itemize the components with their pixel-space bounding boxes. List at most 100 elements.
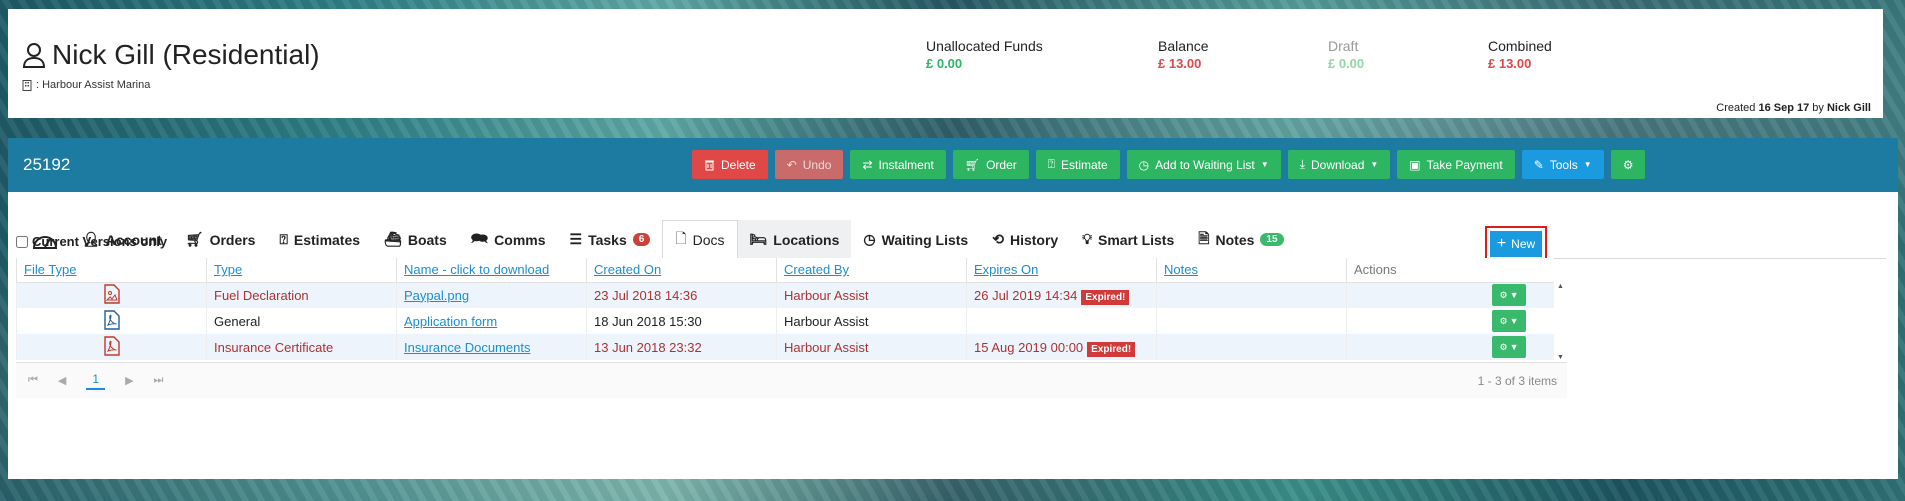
col-expires-on[interactable]: Expires On	[966, 258, 1157, 283]
bed-icon: 🛏︎	[749, 231, 768, 247]
row-actions-button[interactable]: ⚙ ▼	[1492, 284, 1526, 307]
prev-page-icon[interactable]: ◀	[58, 374, 66, 387]
tab-comms[interactable]: 🗪︎ Comms	[459, 220, 558, 259]
tab-history[interactable]: ⟲ History	[980, 220, 1070, 259]
lightbulb-icon: 💡︎	[1082, 231, 1092, 247]
download-link[interactable]: Paypal.png	[404, 288, 469, 303]
next-page-icon[interactable]: ▶	[125, 374, 133, 387]
name-cell: Paypal.png	[396, 282, 587, 308]
gear-icon: ⚙	[1499, 341, 1508, 352]
docs-table: File Type Type Name - click to download …	[16, 258, 1554, 360]
balance-label: Balance	[1158, 38, 1209, 54]
new-label: New	[1511, 237, 1536, 251]
download-link[interactable]: Insurance Documents	[404, 340, 530, 355]
download-button[interactable]: ⤓ Download ▼	[1287, 150, 1391, 179]
user-icon	[22, 43, 46, 68]
take-payment-label: Take Payment	[1426, 157, 1503, 172]
tab-locations[interactable]: 🛏︎ Locations	[737, 220, 852, 259]
tools-button[interactable]: ✎ Tools ▼	[1521, 150, 1604, 179]
name-cell: Application form	[396, 308, 587, 334]
file-type-cell	[16, 282, 207, 308]
scroll-down-icon[interactable]: ▼	[1557, 354, 1564, 361]
tools-label: Tools	[1549, 157, 1578, 172]
table-row: General Application form 18 Jun 2018 15:…	[16, 308, 1554, 334]
last-page-icon[interactable]: ⏭	[154, 374, 164, 387]
tab-tasks[interactable]: ☰ Tasks 6	[558, 220, 663, 259]
delete-button[interactable]: Delete	[692, 150, 768, 179]
created-on-cell: 23 Jul 2018 14:36	[586, 282, 777, 308]
estimate-label: Estimate	[1060, 157, 1108, 172]
order-button[interactable]: 🛒︎ Order	[952, 150, 1029, 179]
current-versions-label: Current Versions only	[32, 234, 168, 249]
estimate-button[interactable]: ⍰ Estimate	[1035, 150, 1120, 179]
created-date: 16 Sep 17	[1758, 102, 1810, 114]
combined-value: £ 13.00	[1488, 56, 1532, 71]
instalment-button[interactable]: ⇄ Instalment	[850, 150, 946, 179]
tab-estimates[interactable]: ⍰ Estimates	[267, 220, 372, 259]
tab-label: Waiting Lists	[881, 231, 969, 248]
col-created-by[interactable]: Created By	[776, 258, 967, 283]
toolbar-buttons: Delete ↶ Undo ⇄ Instalment 🛒︎ Order ⍰ Es…	[692, 150, 1646, 179]
take-payment-button[interactable]: ▣ Take Payment	[1397, 150, 1515, 179]
add-to-waiting-list-button[interactable]: ◷ Add to Waiting List ▼	[1126, 150, 1281, 179]
combined: Combined £ 13.00	[1488, 38, 1552, 71]
tab-smart-lists[interactable]: 💡︎ Smart Lists	[1070, 220, 1186, 259]
tab-waiting-lists[interactable]: ◷ Waiting Lists	[851, 220, 980, 259]
tab-notes[interactable]: 🗎︎ Notes 15	[1186, 220, 1295, 259]
created-by-cell: Harbour Assist	[776, 334, 967, 360]
gear-icon: ⚙	[1622, 157, 1634, 172]
building-icon	[22, 79, 32, 91]
page-number[interactable]: 1	[86, 372, 106, 390]
current-versions-checkbox[interactable]	[16, 235, 28, 248]
scroll-up-icon[interactable]: ▲	[1557, 283, 1564, 290]
actions-cell: ⚙ ▼	[1346, 308, 1554, 334]
col-type[interactable]: Type	[206, 258, 397, 283]
col-notes[interactable]: Notes	[1156, 258, 1347, 283]
new-doc-button[interactable]: + New	[1490, 231, 1542, 257]
file-type-cell	[16, 308, 207, 334]
table-row: Fuel Declaration Paypal.png 23 Jul 2018 …	[16, 282, 1554, 308]
tab-label: Boats	[407, 231, 447, 248]
account-toolbar: 25192 Delete ↶ Undo ⇄ Instalment 🛒︎ Orde…	[8, 138, 1898, 192]
tab-boats[interactable]: ⛴ Boats	[372, 220, 459, 259]
tab-label: Orders	[209, 231, 256, 248]
new-button-highlight: + New	[1485, 226, 1547, 262]
download-link[interactable]: Application form	[404, 314, 497, 329]
magic-wand-icon: ✎	[1533, 157, 1544, 172]
draft-value: £ 0.00	[1328, 56, 1365, 71]
chevron-down-icon: ▼	[1509, 316, 1519, 326]
current-versions-filter[interactable]: Current Versions only	[16, 234, 167, 249]
row-actions-button[interactable]: ⚙ ▼	[1492, 310, 1526, 332]
cart-icon: 🛒︎	[185, 231, 204, 247]
balance-value: £ 13.00	[1158, 56, 1202, 71]
tab-label: Smart Lists	[1098, 231, 1175, 248]
table-header-row: File Type Type Name - click to download …	[16, 258, 1554, 283]
row-actions-button[interactable]: ⚙ ▼	[1492, 336, 1526, 358]
settings-button[interactable]: ⚙	[1610, 150, 1646, 179]
col-file-type[interactable]: File Type	[16, 258, 207, 283]
notes-cell	[1156, 334, 1347, 360]
table-scrollbar[interactable]: ▲ ▼	[1555, 283, 1567, 361]
waiting-list-label: Add to Waiting List	[1155, 157, 1255, 172]
expires-date: 15 Aug 2019 00:00	[974, 339, 1084, 355]
document-icon: 🗋︎	[675, 229, 687, 246]
first-page-icon[interactable]: ⏮	[28, 374, 38, 387]
tab-orders[interactable]: 🛒︎ Orders	[174, 220, 268, 259]
chevron-down-icon: ▼	[1509, 290, 1519, 301]
chevron-down-icon: ▼	[1509, 342, 1519, 352]
gear-icon: ⚙	[1499, 289, 1508, 300]
order-label: Order	[986, 157, 1017, 172]
col-name[interactable]: Name - click to download	[396, 258, 587, 283]
created-by: Nick Gill	[1826, 102, 1871, 114]
created-on-cell: 13 Jun 2018 23:32	[586, 334, 777, 360]
undo-label: Undo	[802, 157, 832, 172]
undo-button[interactable]: ↶ Undo	[774, 150, 844, 179]
file-type-cell	[16, 334, 207, 360]
draft-label: Draft	[1328, 38, 1359, 54]
tab-docs[interactable]: 🗋︎ Docs	[662, 220, 738, 259]
unallocated-value: £ 0.00	[926, 56, 963, 71]
col-created-on[interactable]: Created On	[586, 258, 777, 283]
customer-header: Nick Gill (Residential) : Harbour Assist…	[8, 9, 1883, 118]
created-by-cell: Harbour Assist	[776, 308, 967, 334]
cart-icon: 🛒︎	[964, 157, 981, 172]
